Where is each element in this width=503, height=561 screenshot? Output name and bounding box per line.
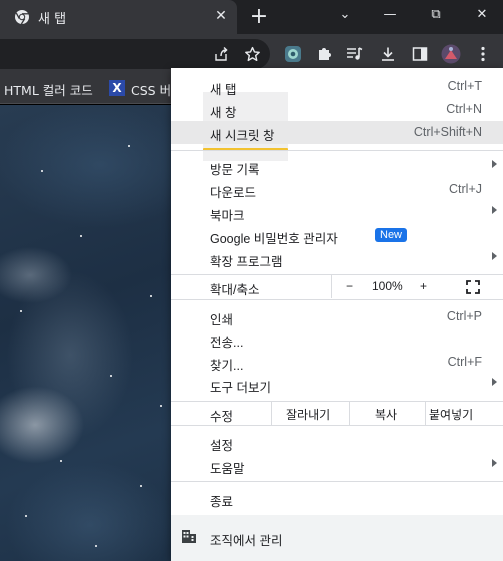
paste-button[interactable]: 붙여넣기 — [425, 402, 503, 425]
css-bookmark-favicon: X — [109, 80, 125, 96]
menu-label: 찾기... — [210, 359, 244, 373]
menu-shortcut: Ctrl+J — [449, 182, 482, 196]
building-icon — [182, 530, 196, 543]
profile-avatar[interactable] — [440, 43, 462, 65]
menu-item-password-manager[interactable]: Google 비밀번호 관리자 New — [171, 224, 503, 247]
menu-divider — [171, 481, 503, 482]
managed-by-organization[interactable]: 조직에서 관리 — [171, 515, 503, 561]
chrome-icon — [15, 10, 29, 25]
tab-strip: 새 탭 ✕ + ⌄ — ⧉ ✕ — [0, 0, 503, 34]
menu-label: 도움말 — [210, 462, 245, 476]
tab-new-tab[interactable]: 새 탭 ✕ — [0, 0, 237, 34]
menu-label: 종료 — [210, 495, 234, 509]
chrome-main-menu: 새 탭 Ctrl+T 새 창 Ctrl+N 새 시크릿 창 Ctrl+Shift… — [171, 68, 503, 561]
menu-divider — [171, 425, 503, 426]
menu-label: Google 비밀번호 관리자 — [210, 232, 338, 246]
menu-item-cast[interactable]: 전송... — [171, 328, 503, 351]
menu-label: 확장 프로그램 — [210, 255, 283, 269]
tab-title: 새 탭 — [38, 12, 67, 27]
cut-label: 잘라내기 — [286, 408, 331, 422]
edit-label: 수정 — [210, 410, 234, 424]
menu-divider — [171, 299, 503, 300]
submenu-arrow-icon — [492, 378, 497, 386]
menu-item-downloads[interactable]: 다운로드 Ctrl+J — [171, 178, 503, 201]
menu-label: 도구 더보기 — [210, 381, 271, 395]
chrome-menu-kebab-icon[interactable] — [472, 43, 494, 65]
menu-item-print[interactable]: 인쇄 Ctrl+P — [171, 305, 503, 328]
submenu-arrow-icon — [492, 252, 497, 260]
cut-button[interactable]: 잘라내기 — [271, 402, 349, 425]
bookmark-star-icon[interactable] — [241, 43, 263, 65]
menu-label: 새 창 — [210, 106, 237, 120]
menu-item-extensions[interactable]: 확장 프로그램 — [171, 247, 503, 270]
menu-item-exit[interactable]: 종료 — [171, 487, 503, 510]
zoom-in-button[interactable]: + — [420, 279, 427, 293]
menu-item-new-tab[interactable]: 새 탭 Ctrl+T — [171, 75, 503, 98]
side-panel-icon[interactable] — [409, 43, 431, 65]
menu-item-find[interactable]: 찾기... Ctrl+F — [171, 351, 503, 374]
menu-shortcut: Ctrl+Shift+N — [413, 125, 482, 139]
new-badge: New — [375, 228, 408, 242]
menu-label: 방문 기록 — [210, 163, 260, 177]
copy-button[interactable]: 복사 — [349, 402, 425, 425]
submenu-arrow-icon — [492, 459, 497, 467]
submenu-arrow-icon — [492, 160, 497, 168]
menu-row-edit: 수정 잘라내기 복사 붙여넣기 — [171, 402, 503, 425]
menu-label: 전송... — [210, 336, 244, 350]
menu-label: 새 탭 — [210, 83, 237, 97]
menu-item-new-window[interactable]: 새 창 Ctrl+N — [171, 98, 503, 121]
menu-label: 인쇄 — [210, 313, 234, 327]
menu-item-history[interactable]: 방문 기록 — [171, 155, 503, 178]
menu-item-bookmarks[interactable]: 북마크 — [171, 201, 503, 224]
bookmark-css[interactable]: CSS 버- — [131, 80, 176, 99]
menu-label: 북마크 — [210, 209, 245, 223]
paste-label: 붙여넣기 — [429, 408, 474, 422]
zoom-label: 확대/축소 — [210, 283, 260, 297]
share-icon[interactable] — [210, 43, 232, 65]
menu-item-more-tools[interactable]: 도구 더보기 — [171, 373, 503, 396]
menu-shortcut: Ctrl+N — [446, 102, 482, 116]
submenu-arrow-icon — [492, 206, 497, 214]
menu-item-settings[interactable]: 설정 — [171, 431, 503, 454]
bookmark-html-color-code[interactable]: HTML 컬러 코드 — [4, 80, 93, 99]
zoom-out-button[interactable]: − — [346, 279, 353, 293]
menu-shortcut: Ctrl+P — [446, 309, 482, 323]
managed-label: 조직에서 관리 — [210, 534, 283, 548]
extension-app-icon[interactable] — [282, 43, 304, 65]
tab-close-icon[interactable]: ✕ — [212, 7, 230, 25]
restore-icon[interactable]: ⧉ — [422, 4, 450, 26]
zoom-level: 100% — [372, 279, 403, 293]
menu-divider — [171, 150, 503, 151]
menu-shortcut: Ctrl+F — [447, 355, 482, 369]
new-tab-button[interactable]: + — [247, 5, 271, 29]
menu-label: 새 시크릿 창 — [210, 129, 275, 143]
menu-item-new-incognito-window[interactable]: 새 시크릿 창 Ctrl+Shift+N — [171, 121, 503, 144]
menu-label: 다운로드 — [210, 186, 257, 200]
fullscreen-icon[interactable] — [466, 280, 480, 294]
extensions-puzzle-icon[interactable] — [313, 43, 335, 65]
menu-row-zoom: 확대/축소 − 100% + — [171, 275, 503, 298]
window-close-icon[interactable]: ✕ — [468, 4, 496, 26]
menu-label: 설정 — [210, 439, 234, 453]
download-icon[interactable] — [377, 43, 399, 65]
tab-search-chevron-icon[interactable]: ⌄ — [331, 4, 359, 26]
minimize-icon[interactable]: — — [376, 4, 404, 26]
copy-label: 복사 — [375, 408, 398, 422]
media-control-icon[interactable] — [344, 43, 366, 65]
menu-shortcut: Ctrl+T — [447, 79, 482, 93]
menu-item-help[interactable]: 도움말 — [171, 454, 503, 477]
